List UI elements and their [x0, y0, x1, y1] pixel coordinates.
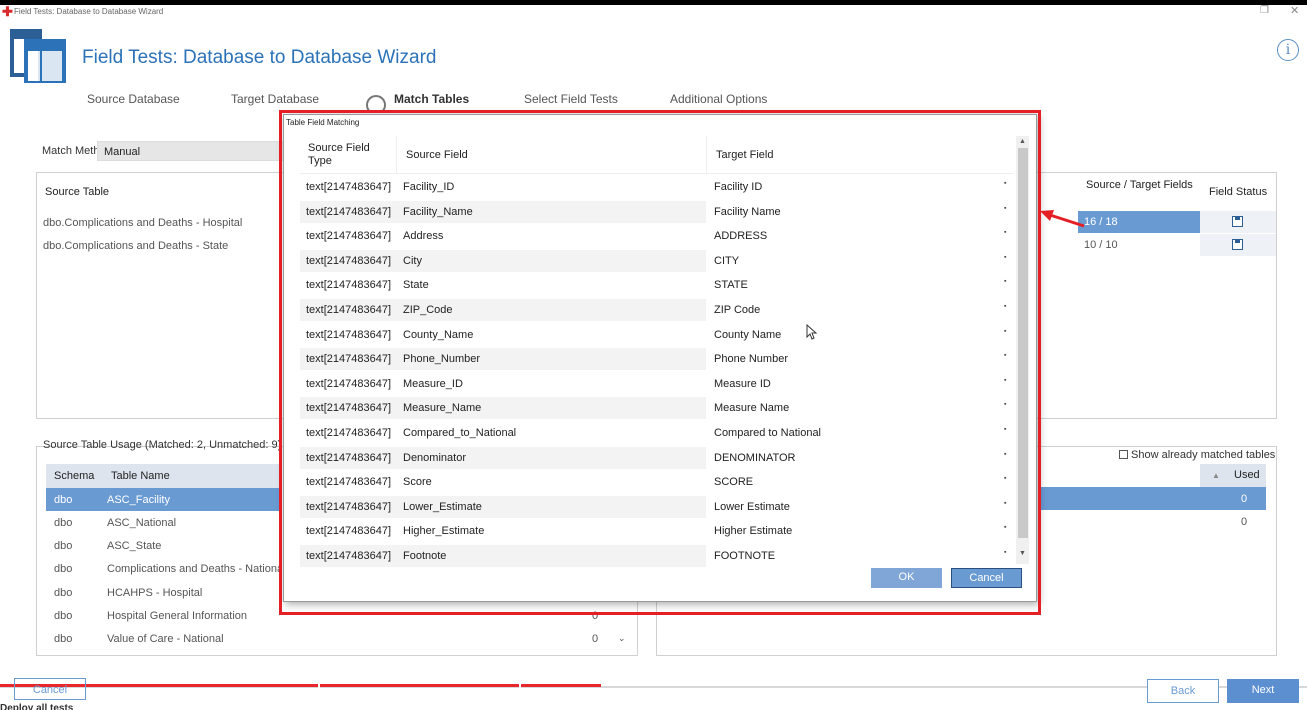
- highlight-box: [279, 110, 1041, 615]
- table-name-cell: ASC_State: [107, 540, 162, 552]
- next-button[interactable]: Next: [1227, 679, 1299, 703]
- step-target-database[interactable]: Target Database: [231, 92, 319, 106]
- table-name-cell: Hospital General Information: [107, 610, 248, 622]
- wizard-logo-icon: [10, 29, 66, 83]
- source-target-fields-header: Source / Target Fields: [1086, 179, 1193, 191]
- red-arrow-icon: [1040, 210, 1085, 228]
- selected-row-highlight: [1041, 487, 1200, 510]
- info-icon[interactable]: i: [1277, 39, 1299, 61]
- used-cell[interactable]: 0: [1200, 510, 1266, 533]
- schema-cell: dbo: [54, 563, 73, 575]
- usage-table-row[interactable]: dbo HCAHPS - Hospital: [46, 581, 282, 604]
- back-button[interactable]: Back: [1147, 679, 1219, 703]
- match-method-select[interactable]: Manual: [97, 141, 287, 161]
- step-match-tables[interactable]: Match Tables: [394, 92, 469, 106]
- schema-cell: dbo: [54, 517, 73, 529]
- window-title: Field Tests: Database to Database Wizard: [14, 7, 164, 16]
- table-name-cell: Value of Care - National: [107, 633, 224, 645]
- save-icon[interactable]: [1232, 216, 1243, 227]
- close-icon[interactable]: ✕: [1290, 4, 1299, 17]
- source-target-fields-value[interactable]: 10 / 10: [1078, 234, 1200, 256]
- used-column-header[interactable]: Used: [1234, 469, 1260, 481]
- step-additional-options[interactable]: Additional Options: [670, 92, 767, 106]
- source-table-row[interactable]: dbo.Complications and Deaths - Hospital: [37, 212, 282, 234]
- schema-cell: dbo: [54, 587, 73, 599]
- table-name-cell: HCAHPS - Hospital: [107, 587, 203, 599]
- usage-table-row[interactable]: dbo ASC_National: [46, 511, 282, 534]
- show-matched-checkbox[interactable]: Show already matched tables: [1119, 449, 1275, 461]
- show-matched-label: Show already matched tables: [1131, 449, 1276, 461]
- source-table-column-header: Source Table: [45, 186, 110, 198]
- app-icon: ✚: [2, 4, 13, 19]
- step-select-field-tests[interactable]: Select Field Tests: [524, 92, 618, 106]
- table-name-cell: ASC_Facility: [107, 494, 170, 506]
- usage-table-row[interactable]: dbo Value of Care - National: [46, 627, 282, 650]
- save-icon[interactable]: [1232, 239, 1243, 250]
- usage-table-row[interactable]: dbo ASC_Facility: [46, 488, 282, 511]
- used-value: 0: [1241, 493, 1248, 505]
- progress-notch: [519, 683, 521, 688]
- schema-column-header[interactable]: Schema: [54, 470, 94, 482]
- schema-cell: dbo: [54, 540, 73, 552]
- usage-table-row[interactable]: dbo ASC_State: [46, 534, 282, 557]
- schema-cell: dbo: [54, 633, 73, 645]
- progress-bar: [0, 684, 601, 687]
- schema-cell: dbo: [54, 494, 73, 506]
- table-name-column-header[interactable]: Table Name: [111, 470, 170, 482]
- table-name-cell: Complications and Deaths - National: [107, 563, 282, 575]
- field-status-header: Field Status: [1209, 186, 1268, 198]
- checkbox-icon[interactable]: [1119, 450, 1128, 459]
- sort-ascending-icon[interactable]: ▲: [1212, 471, 1220, 480]
- progress-notch: [318, 683, 320, 688]
- step-source-database[interactable]: Source Database: [87, 92, 180, 106]
- usage-table-row[interactable]: dbo Complications and Deaths - National: [46, 557, 282, 580]
- scroll-down-icon[interactable]: ⌄: [618, 633, 626, 644]
- source-target-fields-value[interactable]: 16 / 18: [1078, 211, 1200, 233]
- used-value: 0: [1241, 516, 1248, 528]
- bottom-caption: Deploy all tests: [0, 703, 74, 710]
- page-title: Field Tests: Database to Database Wizard: [82, 47, 437, 68]
- source-table-row[interactable]: dbo.Complications and Deaths - State: [37, 235, 282, 257]
- restore-icon[interactable]: ❐: [1260, 5, 1269, 16]
- cancel-button[interactable]: Cancel: [14, 678, 86, 700]
- usage-table-row[interactable]: dbo Hospital General Information: [46, 604, 282, 627]
- used-cell[interactable]: 0: [1200, 487, 1266, 510]
- source-table-usage-label: Source Table Usage (Matched: 2, Unmatche…: [43, 439, 282, 451]
- usage-count: 0: [592, 633, 599, 645]
- window-titlebar: ✚ Field Tests: Database to Database Wiza…: [0, 5, 1307, 19]
- table-name-cell: ASC_National: [107, 517, 177, 529]
- schema-cell: dbo: [54, 610, 73, 622]
